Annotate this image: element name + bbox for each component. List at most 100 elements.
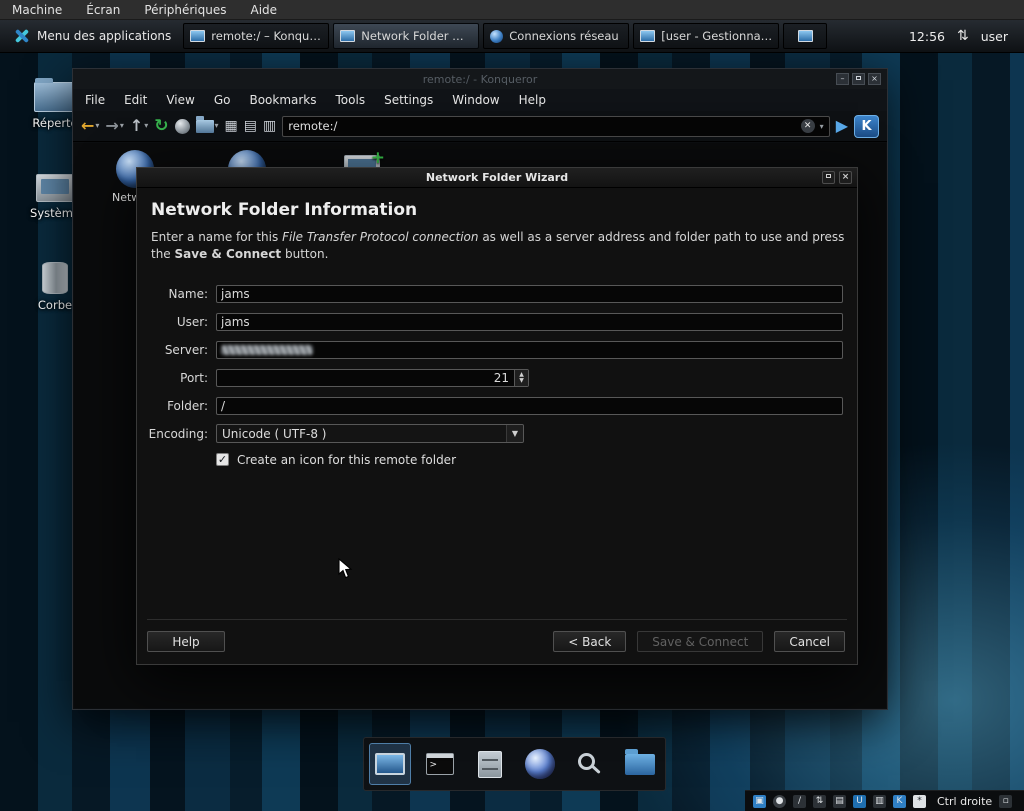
dock-browser-button[interactable] [519,743,561,785]
konqueror-toolbar: ←▾ →▾ ↑▾ ↻ ▾ ▦ ▤ ▥ remote:/ ✕ ▾ ▶ K [73,111,887,142]
folder-menu-button[interactable]: ▾ [196,120,219,133]
cancel-button[interactable]: Cancel [774,631,845,652]
user-input[interactable] [216,313,843,331]
folder-label: Folder: [139,399,208,413]
menu-settings[interactable]: Settings [384,93,433,107]
menu-tools[interactable]: Tools [336,93,366,107]
tray-usb-icon[interactable]: ⇅ [813,795,826,808]
tray-shared-folder-icon[interactable]: U [853,795,866,808]
tray-network-adapter-icon[interactable]: ▤ [833,795,846,808]
save-connect-button[interactable]: Save & Connect [637,631,763,652]
folder-icon [34,82,76,112]
encoding-select[interactable]: Unicode ( UTF-8 ) ▼ [216,424,524,443]
restore-icon[interactable] [822,171,835,184]
dialog-heading: Network Folder Information [151,200,843,220]
kde-logo-icon: K [854,115,879,138]
globe-icon [490,30,503,43]
tray-kde-network-icon[interactable]: K [893,795,906,808]
window-icon [640,30,655,42]
stop-icon[interactable] [175,119,190,134]
dock-terminal-button[interactable] [419,743,461,785]
tray-state-icon: ▫ [999,795,1012,808]
vm-menu-machine[interactable]: Machine [12,3,62,17]
reload-button[interactable]: ↻ [154,118,168,135]
spinner-icons[interactable]: ▲▼ [514,370,528,386]
location-text[interactable]: remote:/ [288,119,795,133]
close-icon[interactable]: × [839,171,852,184]
desktop-icon [375,753,405,775]
applications-menu-button[interactable]: Menu des applications [6,23,179,50]
folder-icon [625,754,655,775]
maximize-icon[interactable] [852,73,865,85]
dock-search-button[interactable] [569,743,611,785]
clock[interactable]: 12:56 [909,29,945,44]
vm-menu-ecran[interactable]: Écran [86,3,120,17]
folder-input[interactable] [216,397,843,415]
tray-optical-icon[interactable]: ● [773,795,786,808]
menu-window[interactable]: Window [452,93,499,107]
panel-right-cluster: 12:56 ⇅ user [909,28,1018,44]
dock-folder-button[interactable] [619,743,661,785]
server-input[interactable] [216,341,843,359]
list-view-button[interactable]: ▤ [244,119,257,133]
tray-pen-icon[interactable]: / [793,795,806,808]
help-button[interactable]: Help [147,631,225,652]
keyboard-layout-icon[interactable]: ⇅ [957,28,969,44]
taskbar-item-network-folder-wizard[interactable]: Network Folder Wi... [333,23,479,49]
encoding-label: Encoding: [139,427,208,441]
kde-menu-icon [14,28,30,44]
window-icon [798,30,813,42]
taskbar-item-minimized[interactable] [783,23,827,49]
dialog-separator [147,619,847,620]
dialog-action-buttons: < Back Save & Connect Cancel [553,631,845,652]
vm-menu-peripheriques[interactable]: Périphériques [144,3,226,17]
globe-icon [525,749,555,779]
menu-go[interactable]: Go [214,93,231,107]
go-button[interactable]: ▶ [836,118,848,134]
taskbar-item-connexions-reseau[interactable]: Connexions réseau [483,23,629,49]
tray-mouse-integration-icon[interactable]: * [913,795,926,808]
clear-location-icon[interactable]: ✕ [801,119,815,133]
icon-view-button[interactable]: ▦ [225,119,238,133]
dialog-description: Enter a name for this File Transfer Prot… [151,229,845,264]
close-icon[interactable]: × [868,73,881,85]
terminal-icon [426,753,454,775]
dock-filemanager-button[interactable] [469,743,511,785]
vm-menu-aide[interactable]: Aide [251,3,278,17]
port-input[interactable] [216,369,529,387]
forward-button[interactable]: →▾ [105,118,123,134]
up-button[interactable]: ↑▾ [130,118,148,134]
window-titlebar[interactable]: remote:/ - Konqueror – × [73,69,887,89]
taskbar-item-gestionnaire[interactable]: [user - Gestionnair... [633,23,779,49]
dialog-titlebar[interactable]: Network Folder Wizard × [137,168,857,188]
applications-menu-label: Menu des applications [37,29,171,43]
vm-menubar: Machine Écran Périphériques Aide [0,0,1024,20]
taskbar-item-konqueror[interactable]: remote:/ – Konque... [183,23,329,49]
location-bar[interactable]: remote:/ ✕ ▾ [282,116,829,137]
menu-help[interactable]: Help [519,93,546,107]
name-input[interactable] [216,285,843,303]
dock-desktop-button[interactable] [369,743,411,785]
back-button[interactable]: < Back [553,631,626,652]
location-dropdown-icon[interactable]: ▾ [820,122,824,131]
menu-view[interactable]: View [166,93,194,107]
menu-bookmarks[interactable]: Bookmarks [249,93,316,107]
window-title: remote:/ - Konqueror [423,73,538,86]
user-switcher[interactable]: user [981,29,1008,44]
create-icon-checkbox[interactable]: ✓ [216,453,229,466]
system-icon [36,174,74,202]
redacted-server-value [221,345,313,355]
vm-status-bar: ▣ ● / ⇅ ▤ U ▥ K * Ctrl droite ▫ [745,790,1024,811]
detail-view-button[interactable]: ▥ [263,119,276,133]
menu-edit[interactable]: Edit [124,93,147,107]
minimize-icon[interactable]: – [836,73,849,85]
menu-file[interactable]: File [85,93,105,107]
user-label: User: [139,315,208,329]
window-icon [340,30,355,42]
tray-recording-icon[interactable]: ▥ [873,795,886,808]
dialog-title: Network Folder Wizard [426,171,568,184]
tray-display-icon[interactable]: ▣ [753,795,766,808]
back-button[interactable]: ←▾ [81,118,99,134]
port-stepper[interactable]: ▲▼ [216,369,529,387]
trash-icon [42,262,68,294]
